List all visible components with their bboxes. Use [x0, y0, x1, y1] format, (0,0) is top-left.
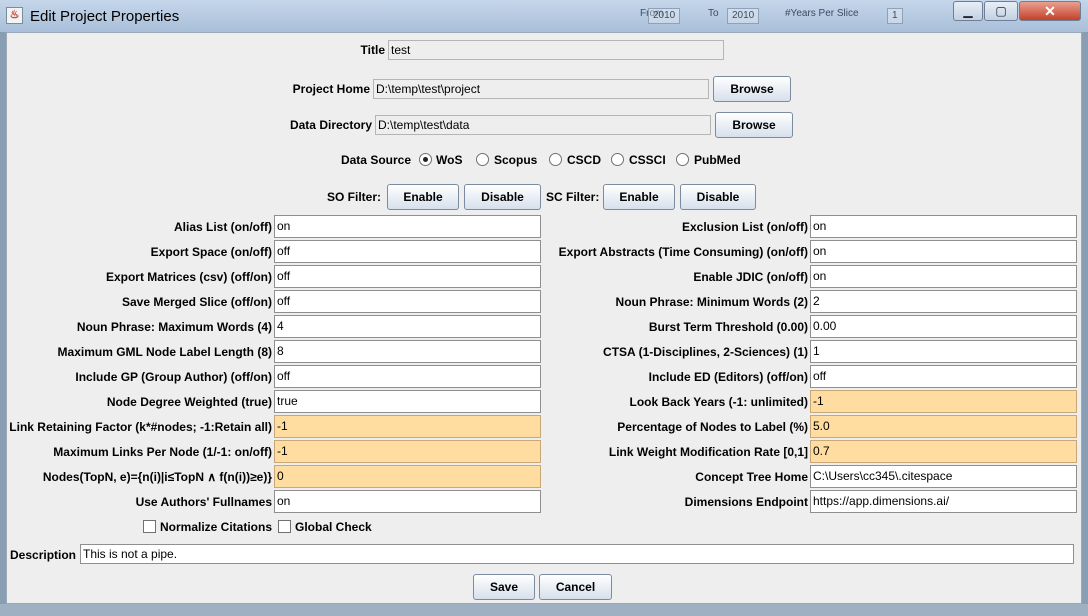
global-check-checkbox[interactable] [278, 520, 291, 533]
param-input-percentage-nodes-label[interactable]: 5.0 [810, 415, 1077, 438]
radio-cssci-label: CSSCI [629, 153, 666, 167]
radio-pubmed-label: PubMed [694, 153, 741, 167]
project-home-browse-button[interactable]: Browse [713, 76, 791, 102]
param-input-gml-label-length[interactable]: 8 [274, 340, 541, 363]
close-icon: ✕ [1044, 3, 1056, 19]
background-to-select: 2010 [727, 8, 760, 24]
radio-cssci[interactable] [611, 153, 624, 166]
param-label-dimensions-endpoint: Dimensions Endpoint [684, 495, 808, 509]
so-filter-enable-button[interactable]: Enable [387, 184, 459, 210]
background-from-select: 2010 [648, 8, 681, 24]
param-input-link-weight-rate[interactable]: 0.7 [810, 440, 1077, 463]
sc-filter-disable-button[interactable]: Disable [680, 184, 756, 210]
close-button[interactable]: ✕ [1019, 1, 1081, 21]
normalize-citations-checkbox[interactable] [143, 520, 156, 533]
radio-scopus-label: Scopus [494, 153, 538, 167]
param-input-np-max-words[interactable]: 4 [274, 315, 541, 338]
param-label-np-min-words: Noun Phrase: Minimum Words (2) [615, 295, 808, 309]
param-label-enable-jdic: Enable JDIC (on/off) [693, 270, 808, 284]
background-window-strip [0, 604, 1088, 616]
param-label-export-abstracts: Export Abstracts (Time Consuming) (on/of… [558, 245, 808, 259]
param-label-np-max-words: Noun Phrase: Maximum Words (4) [76, 320, 272, 334]
param-input-save-merged-slice[interactable]: off [274, 290, 541, 313]
param-input-ctsa[interactable]: 1 [810, 340, 1077, 363]
param-label-export-space: Export Space (on/off) [150, 245, 272, 259]
radio-pubmed[interactable] [676, 153, 689, 166]
maximize-icon: ▢ [995, 4, 1007, 18]
param-input-look-back-years[interactable]: -1 [810, 390, 1077, 413]
param-label-percentage-nodes-label: Percentage of Nodes to Label (%) [617, 420, 808, 434]
param-input-export-abstracts[interactable]: on [810, 240, 1077, 263]
data-source-label: Data Source [340, 153, 411, 167]
radio-wos-label: WoS [436, 153, 463, 167]
param-input-burst-term-threshold[interactable]: 0.00 [810, 315, 1077, 338]
global-check-label: Global Check [295, 520, 372, 534]
param-input-export-space[interactable]: off [274, 240, 541, 263]
window-title: Edit Project Properties [30, 8, 180, 25]
param-label-link-retaining-factor: Link Retaining Factor (k*#nodes; -1:Reta… [9, 420, 272, 434]
param-input-include-gp[interactable]: off [274, 365, 541, 388]
param-label-include-ed: Include ED (Editors) (off/on) [648, 370, 808, 384]
so-filter-label: SO Filter: [326, 190, 381, 204]
data-directory-browse-button[interactable]: Browse [715, 112, 793, 138]
properties-panel: Title test Project Home D:\temp\test\pro… [6, 32, 1082, 604]
minimize-button[interactable]: ▁ [953, 1, 983, 21]
param-input-enable-jdic[interactable]: on [810, 265, 1077, 288]
param-label-save-merged-slice: Save Merged Slice (off/on) [121, 295, 272, 309]
data-directory-input[interactable]: D:\temp\test\data [375, 115, 711, 135]
radio-cscd[interactable] [549, 153, 562, 166]
param-input-alias-list[interactable]: on [274, 215, 541, 238]
normalize-citations-label: Normalize Citations [160, 520, 273, 534]
param-label-burst-term-threshold: Burst Term Threshold (0.00) [648, 320, 808, 334]
param-input-max-links-per-node[interactable]: -1 [274, 440, 541, 463]
description-input[interactable]: This is not a pipe. [80, 544, 1074, 564]
param-label-concept-tree-home: Concept Tree Home [695, 470, 808, 484]
radio-scopus[interactable] [476, 153, 489, 166]
param-input-authors-fullnames[interactable]: on [274, 490, 541, 513]
title-bar: ♨ Edit Project Properties From 2010 To 2… [0, 0, 1088, 32]
param-label-authors-fullnames: Use Authors' Fullnames [135, 495, 272, 509]
radio-wos[interactable] [419, 153, 432, 166]
project-home-input[interactable]: D:\temp\test\project [373, 79, 709, 99]
title-input[interactable]: test [388, 40, 724, 60]
param-input-link-retaining-factor[interactable]: -1 [274, 415, 541, 438]
background-years-select: 1 [887, 8, 903, 24]
param-input-concept-tree-home[interactable]: C:\Users\cc345\.citespace [810, 465, 1077, 488]
param-label-export-matrices: Export Matrices (csv) (off/on) [105, 270, 272, 284]
param-label-ctsa: CTSA (1-Disciplines, 2-Sciences) (1) [603, 345, 808, 359]
param-input-node-degree-weighted[interactable]: true [274, 390, 541, 413]
param-input-nodes-topn[interactable]: 0 [274, 465, 541, 488]
param-input-include-ed[interactable]: off [810, 365, 1077, 388]
param-label-include-gp: Include GP (Group Author) (off/on) [75, 370, 272, 384]
param-label-exclusion-list: Exclusion List (on/off) [682, 220, 808, 234]
param-input-np-min-words[interactable]: 2 [810, 290, 1077, 313]
param-input-exclusion-list[interactable]: on [810, 215, 1077, 238]
background-to-label: To [708, 8, 719, 19]
param-input-export-matrices[interactable]: off [274, 265, 541, 288]
param-label-max-links-per-node: Maximum Links Per Node (1/-1: on/off) [53, 445, 272, 459]
title-label: Title [360, 43, 385, 57]
background-years-label: #Years Per Slice [785, 8, 859, 19]
param-label-nodes-topn: Nodes(TopN, e)={n(i)|i≤TopN ∧ f(n(i))≥e)… [42, 470, 272, 484]
project-home-label: Project Home [292, 82, 370, 96]
param-input-dimensions-endpoint[interactable]: https://app.dimensions.ai/ [810, 490, 1077, 513]
cancel-button[interactable]: Cancel [539, 574, 612, 600]
data-directory-label: Data Directory [289, 118, 372, 132]
java-app-icon: ♨ [6, 7, 23, 24]
param-label-node-degree-weighted: Node Degree Weighted (true) [106, 395, 272, 409]
sc-filter-label: SC Filter: [546, 190, 600, 204]
sc-filter-enable-button[interactable]: Enable [603, 184, 675, 210]
minimize-icon: ▁ [963, 4, 973, 18]
radio-cscd-label: CSCD [567, 153, 602, 167]
so-filter-disable-button[interactable]: Disable [464, 184, 541, 210]
param-label-link-weight-rate: Link Weight Modification Rate [0,1] [608, 445, 808, 459]
description-label: Description [10, 548, 77, 562]
maximize-button[interactable]: ▢ [984, 1, 1018, 21]
param-label-alias-list: Alias List (on/off) [174, 220, 272, 234]
param-label-look-back-years: Look Back Years (-1: unlimited) [629, 395, 809, 409]
param-label-gml-label-length: Maximum GML Node Label Length (8) [57, 345, 272, 359]
save-button[interactable]: Save [473, 574, 535, 600]
